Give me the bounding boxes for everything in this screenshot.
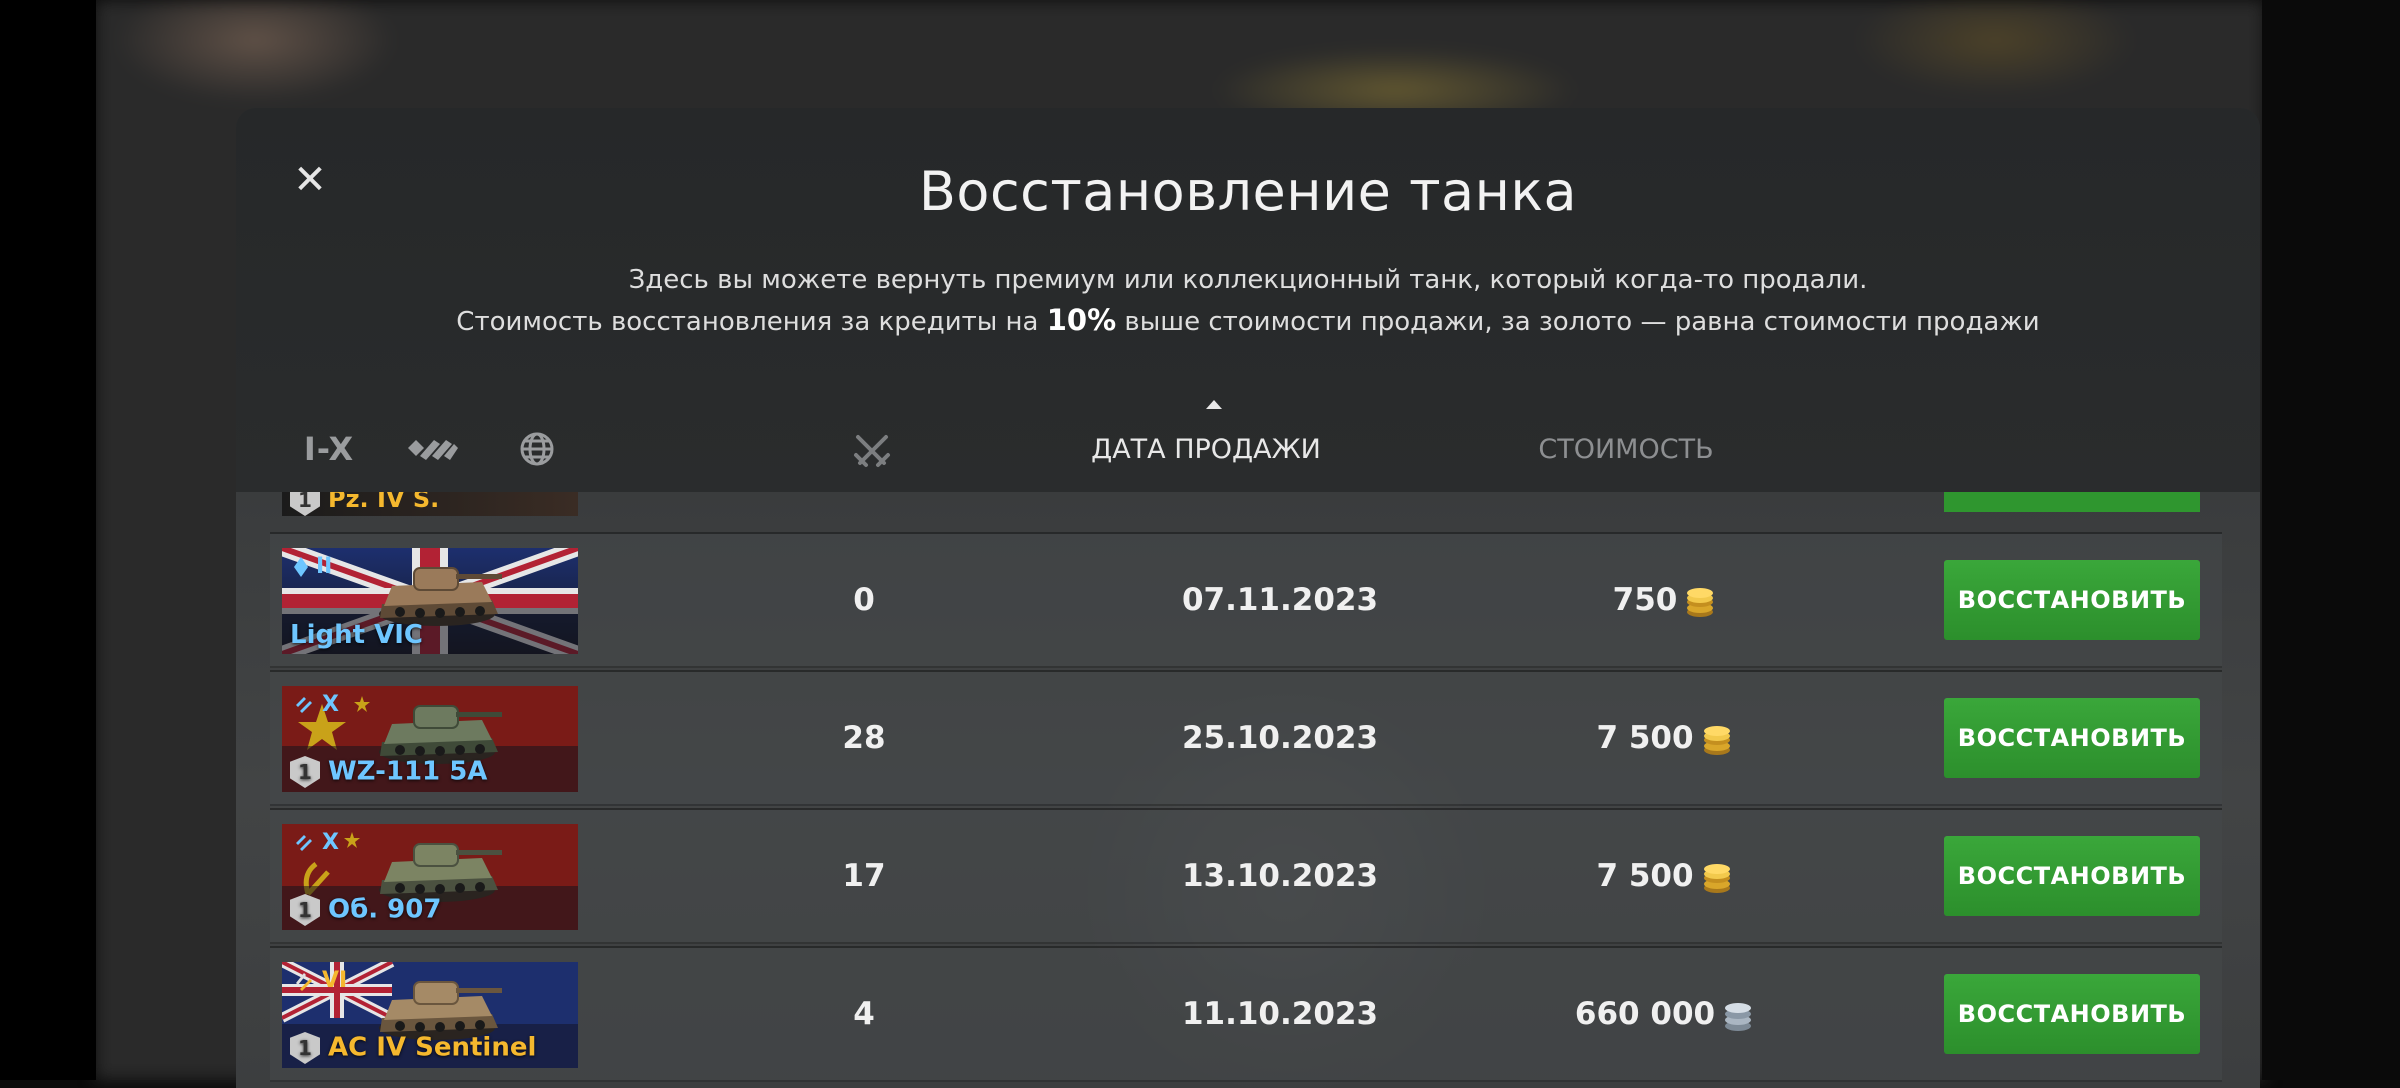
tank-row: X 1 WZ-111 5A 28 25.10.2023 7 500 ВОССТАН…	[270, 670, 2222, 806]
tank-name: Light VIC	[290, 620, 423, 650]
gold-coin-icon	[1703, 725, 1730, 755]
partial-row: 1 Pz. IV S.	[270, 492, 2222, 522]
tank-tier: X	[294, 692, 339, 717]
premium-icon	[296, 972, 312, 991]
premium-diamond-icon	[294, 556, 308, 577]
restore-button[interactable]: ВОССТАНОВИТЬ	[1944, 560, 2200, 640]
mastery-badge: 1	[290, 756, 320, 788]
tank-thumbnail[interactable]: X 1 Об. 907	[282, 824, 578, 930]
silver-coin-icon	[1725, 1002, 1752, 1031]
cost-value: 7 500	[1596, 720, 1694, 756]
dialog-title: Восстановление танка	[918, 160, 1578, 223]
collector-icon	[296, 696, 312, 713]
left-letterbox	[0, 0, 96, 1080]
description-line-1: Здесь вы можете вернуть премиум или колл…	[628, 265, 1868, 295]
partial-row-name: 1 Pz. IV S.	[290, 492, 439, 516]
restore-button[interactable]: ВОССТАНОВИТЬ	[1944, 836, 2200, 916]
restore-button[interactable]: ВОССТАНОВИТЬ	[1944, 698, 2200, 778]
cost-value: 660 000	[1574, 996, 1716, 1032]
tank-thumbnail[interactable]: VI 1 AC IV Sentinel	[282, 962, 578, 1068]
globe-icon	[520, 432, 554, 466]
tank-name-text: Об. 907	[328, 894, 442, 925]
mastery-badge: 1	[290, 1032, 320, 1064]
partial-restore-button[interactable]	[1944, 492, 2200, 512]
tank-thumbnail[interactable]: X 1 WZ-111 5A	[282, 686, 578, 792]
description-text-end: выше стоимости продажи, за золото — равн…	[1116, 307, 2040, 337]
tank-name-text: WZ-111 5A	[328, 756, 488, 787]
tank-name-text: AC IV Sentinel	[328, 1032, 537, 1063]
restore-button[interactable]: ВОССТАНОВИТЬ	[1944, 974, 2200, 1054]
tank-name: 1 WZ-111 5A	[290, 756, 487, 788]
sale-date: 13.10.2023	[1181, 858, 1379, 894]
battles-column-header[interactable]	[832, 420, 912, 480]
crossed-swords-icon	[854, 434, 890, 467]
tank-row: II Light VIC 0 07.11.2023 750 ВОССТАНОВИ…	[270, 532, 2222, 668]
restore-tank-dialog: ✕ Восстановление танка Здесь вы можете в…	[236, 108, 2260, 1088]
cost-value: 7 500	[1596, 858, 1694, 894]
tier-filter-button[interactable]: I-X	[298, 418, 360, 480]
partial-row-name-text: Pz. IV S.	[328, 492, 440, 513]
restore-cost: 7 500	[1524, 810, 1804, 942]
dialog-description: Здесь вы можете вернуть премиум или колл…	[236, 260, 2260, 342]
restore-cost: 7 500	[1524, 672, 1804, 804]
tank-row: X 1 Об. 907 17 13.10.2023 7 500 ВОССТАНОВ…	[270, 808, 2222, 944]
tank-thumbnail[interactable]: II Light VIC	[282, 548, 578, 654]
battles-count: 17	[842, 858, 886, 894]
collector-icon	[296, 834, 312, 851]
restore-cost: 660 000	[1524, 948, 1804, 1080]
sale-date: 25.10.2023	[1181, 720, 1379, 756]
tank-tier: VI	[294, 968, 347, 993]
sale-date: 07.11.2023	[1181, 582, 1379, 618]
tank-name: 1 Об. 907	[290, 894, 441, 926]
sort-ascending-icon	[1206, 400, 1222, 409]
nation-filter-button[interactable]	[506, 418, 568, 480]
sale-date-column-header[interactable]: ДАТА ПРОДАЖИ	[1066, 420, 1346, 480]
tier-label: II	[316, 554, 333, 579]
description-percent: 10%	[1046, 303, 1117, 337]
tier-label: X	[322, 692, 339, 717]
cost-value: 750	[1612, 582, 1678, 618]
battles-count: 28	[842, 720, 886, 756]
tank-type-icon	[408, 440, 458, 460]
partial-row-thumb: 1 Pz. IV S.	[282, 492, 578, 516]
description-line-2: Стоимость восстановления за кредиты на 1…	[236, 300, 2260, 342]
gold-coin-icon	[1687, 587, 1714, 617]
mastery-badge: 1	[290, 492, 320, 516]
tier-label: VI	[322, 968, 348, 993]
right-letterbox	[2262, 0, 2400, 1080]
tank-name-text: Light VIC	[290, 620, 423, 650]
tank-type-filter-button[interactable]	[402, 418, 464, 480]
sale-date: 11.10.2023	[1181, 996, 1379, 1032]
battles-count: 4	[853, 996, 875, 1032]
tier-filter-label: I-X	[303, 430, 355, 468]
tank-tier: II	[294, 554, 332, 579]
restore-cost: 750	[1524, 534, 1804, 666]
tank-row: VI 1 AC IV Sentinel 4 11.10.2023 660 000 …	[270, 946, 2222, 1082]
battles-count: 0	[853, 582, 875, 618]
description-text: Стоимость восстановления за кредиты на	[456, 307, 1047, 337]
tier-label: X	[322, 830, 339, 855]
mastery-badge: 1	[290, 894, 320, 926]
tank-tier: X	[294, 830, 339, 855]
gold-coin-icon	[1703, 863, 1730, 893]
tank-name: 1 AC IV Sentinel	[290, 1032, 536, 1064]
cost-column-header[interactable]: СТОИМОСТЬ	[1496, 420, 1756, 480]
